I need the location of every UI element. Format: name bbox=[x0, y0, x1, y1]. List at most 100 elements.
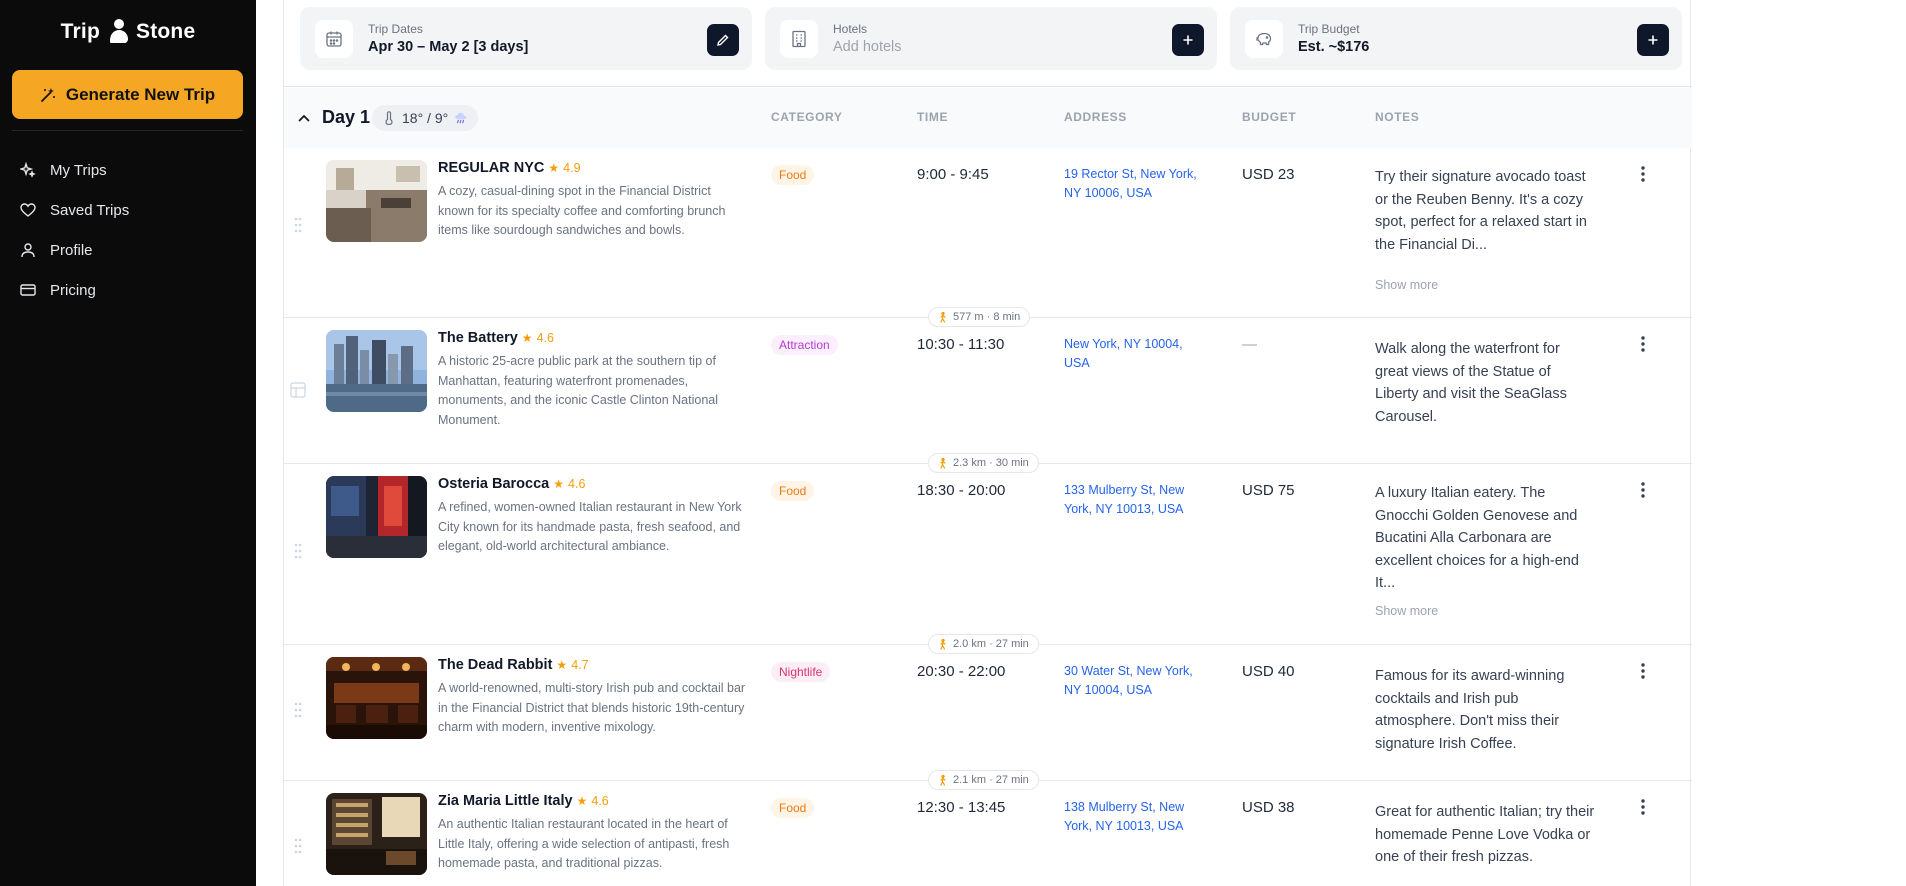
budget-value[interactable]: USD 38 bbox=[1242, 799, 1295, 816]
edit-dates-button[interactable] bbox=[707, 24, 739, 56]
sidebar-item-profile[interactable]: Profile bbox=[0, 230, 256, 270]
magic-wand-icon bbox=[40, 87, 55, 102]
time-range[interactable]: 20:30 - 22:00 bbox=[917, 663, 1005, 680]
heart-icon bbox=[20, 203, 36, 217]
itinerary-row[interactable]: The Battery ★ 4.6 A historic 25-acre publ… bbox=[284, 318, 1692, 464]
logo[interactable]: Trip Stone bbox=[0, 0, 256, 64]
place-description: A cozy, casual-dining spot in the Financ… bbox=[438, 184, 726, 237]
place-name[interactable]: The Dead Rabbit ★ 4.7 bbox=[438, 657, 589, 673]
address-link[interactable]: New York, NY 10004, USA bbox=[1064, 335, 1204, 373]
star-icon: ★ bbox=[548, 161, 560, 175]
sparkle-icon bbox=[20, 162, 36, 178]
address-link[interactable]: 30 Water St, New York, NY 10004, USA bbox=[1064, 662, 1204, 700]
weather-text: 18° / 9° bbox=[402, 110, 449, 126]
budget-value[interactable]: USD 40 bbox=[1242, 663, 1295, 680]
travel-segment: 577 m · 8 min bbox=[928, 307, 1031, 327]
more-options-icon[interactable] bbox=[1633, 334, 1653, 354]
add-hotel-button[interactable] bbox=[1172, 24, 1204, 56]
column-header-category: CATEGORY bbox=[771, 110, 843, 124]
address-link[interactable]: 138 Mulberry St, New York, NY 10013, USA bbox=[1064, 798, 1204, 836]
layout-icon[interactable] bbox=[290, 382, 306, 398]
star-icon: ★ bbox=[553, 477, 564, 491]
walking-icon bbox=[940, 774, 946, 786]
add-budget-button[interactable] bbox=[1637, 24, 1669, 56]
trip-budget-card[interactable]: Trip Budget Est. ~$176 bbox=[1230, 7, 1682, 70]
place-photo[interactable] bbox=[326, 476, 427, 558]
column-header-address: ADDRESS bbox=[1064, 110, 1127, 124]
drag-handle-icon[interactable] bbox=[292, 542, 304, 560]
travel-text: 2.0 km · 27 min bbox=[953, 638, 1029, 650]
trip-summary-bar: Trip Dates Apr 30 – May 2 [3 days] Hotel… bbox=[284, 0, 1692, 87]
sidebar-divider bbox=[12, 130, 243, 131]
time-range[interactable]: 10:30 - 11:30 bbox=[917, 336, 1004, 353]
show-more-link[interactable]: Show more bbox=[1375, 278, 1438, 292]
day-header[interactable]: Day 1 18° / 9° CATEGORY TIME ADDRESS BUD… bbox=[284, 88, 1692, 148]
place-photo[interactable] bbox=[326, 657, 427, 739]
sidebar-item-label: Saved Trips bbox=[50, 201, 130, 219]
address-link[interactable]: 19 Rector St, New York, NY 10006, USA bbox=[1064, 165, 1204, 203]
sidebar-item-my-trips[interactable]: My Trips bbox=[0, 150, 256, 190]
address-link[interactable]: 133 Mulberry St, New York, NY 10013, USA bbox=[1064, 481, 1204, 519]
notes-text: A luxury Italian eatery. The Gnocchi Gol… bbox=[1375, 485, 1579, 591]
logo-stone-icon bbox=[106, 17, 130, 47]
app-root: Trip Stone Generate New Trip My Trips Sa… bbox=[0, 0, 1906, 886]
category-badge: Food bbox=[771, 165, 815, 185]
column-header-notes: NOTES bbox=[1375, 110, 1420, 124]
place-name-text: REGULAR NYC bbox=[438, 160, 545, 176]
itinerary-panel: Trip Dates Apr 30 – May 2 [3 days] Hotel… bbox=[283, 0, 1692, 886]
sidebar-item-pricing[interactable]: Pricing bbox=[0, 270, 256, 310]
place-name[interactable]: The Battery ★ 4.6 bbox=[438, 330, 554, 346]
time-range[interactable]: 9:00 - 9:45 bbox=[917, 166, 989, 183]
place-name[interactable]: Zia Maria Little Italy ★ 4.6 bbox=[438, 793, 609, 809]
trip-dates-label: Trip Dates bbox=[368, 22, 423, 36]
travel-segment: 2.0 km · 27 min bbox=[928, 634, 1039, 654]
trip-budget-value: Est. ~$176 bbox=[1298, 39, 1370, 55]
show-more-link[interactable]: Show more bbox=[1375, 604, 1438, 618]
place-name-text: Zia Maria Little Italy bbox=[438, 793, 573, 809]
place-description: A refined, women-owned Italian restauran… bbox=[438, 500, 742, 553]
trip-dates-card[interactable]: Trip Dates Apr 30 – May 2 [3 days] bbox=[300, 7, 752, 70]
sidebar-item-saved-trips[interactable]: Saved Trips bbox=[0, 190, 256, 230]
place-name-text: The Dead Rabbit bbox=[438, 657, 553, 673]
place-name[interactable]: Osteria Barocca ★ 4.6 bbox=[438, 476, 585, 492]
itinerary-row[interactable]: Zia Maria Little Italy ★ 4.6 An authentic… bbox=[284, 781, 1692, 886]
time-range[interactable]: 12:30 - 13:45 bbox=[917, 799, 1005, 816]
budget-value[interactable]: USD 75 bbox=[1242, 482, 1295, 499]
drag-handle-icon[interactable] bbox=[292, 837, 304, 855]
budget-value[interactable]: — bbox=[1242, 336, 1257, 353]
drag-handle-icon[interactable] bbox=[292, 701, 304, 719]
generate-new-trip-button[interactable]: Generate New Trip bbox=[12, 70, 243, 119]
place-name[interactable]: REGULAR NYC ★ 4.9 bbox=[438, 160, 581, 176]
place-photo[interactable] bbox=[326, 160, 427, 242]
plus-icon bbox=[1183, 35, 1193, 45]
more-options-icon[interactable] bbox=[1633, 661, 1653, 681]
notes-text: Walk along the waterfront for great view… bbox=[1375, 341, 1567, 425]
column-header-time: TIME bbox=[917, 110, 949, 124]
place-rating: 4.9 bbox=[563, 161, 581, 175]
hotels-card[interactable]: Hotels Add hotels bbox=[765, 7, 1217, 70]
cloud-rain-icon bbox=[455, 112, 467, 124]
more-options-icon[interactable] bbox=[1633, 797, 1653, 817]
sidebar-nav: My Trips Saved Trips Profile Pricing bbox=[0, 150, 256, 310]
notes-text: Great for authentic Italian; try their h… bbox=[1375, 804, 1595, 865]
budget-value[interactable]: USD 23 bbox=[1242, 166, 1295, 183]
chevron-up-icon[interactable] bbox=[296, 110, 312, 126]
travel-text: 577 m · 8 min bbox=[953, 311, 1021, 323]
more-options-icon[interactable] bbox=[1633, 164, 1653, 184]
place-name-text: Osteria Barocca bbox=[438, 476, 550, 492]
itinerary-row[interactable]: Osteria Barocca ★ 4.6 A refined, women-ow… bbox=[284, 464, 1692, 645]
time-range[interactable]: 18:30 - 20:00 bbox=[917, 482, 1005, 499]
piggy-bank-icon bbox=[1245, 20, 1283, 58]
credit-card-icon bbox=[20, 284, 36, 296]
place-photo[interactable] bbox=[326, 793, 427, 875]
place-photo[interactable] bbox=[326, 330, 427, 412]
star-icon: ★ bbox=[576, 794, 588, 808]
walking-icon bbox=[940, 638, 946, 650]
more-options-icon[interactable] bbox=[1633, 480, 1653, 500]
itinerary-row[interactable]: The Dead Rabbit ★ 4.7 A world-renowned, m… bbox=[284, 645, 1692, 781]
itinerary-row[interactable]: REGULAR NYC ★ 4.9 A cozy, casual-dining s… bbox=[284, 148, 1692, 318]
notes-text: Try their signature avocado toast or the… bbox=[1375, 169, 1587, 253]
drag-handle-icon[interactable] bbox=[292, 216, 304, 234]
place-rating: 4.6 bbox=[568, 477, 586, 491]
plus-icon bbox=[1648, 35, 1658, 45]
